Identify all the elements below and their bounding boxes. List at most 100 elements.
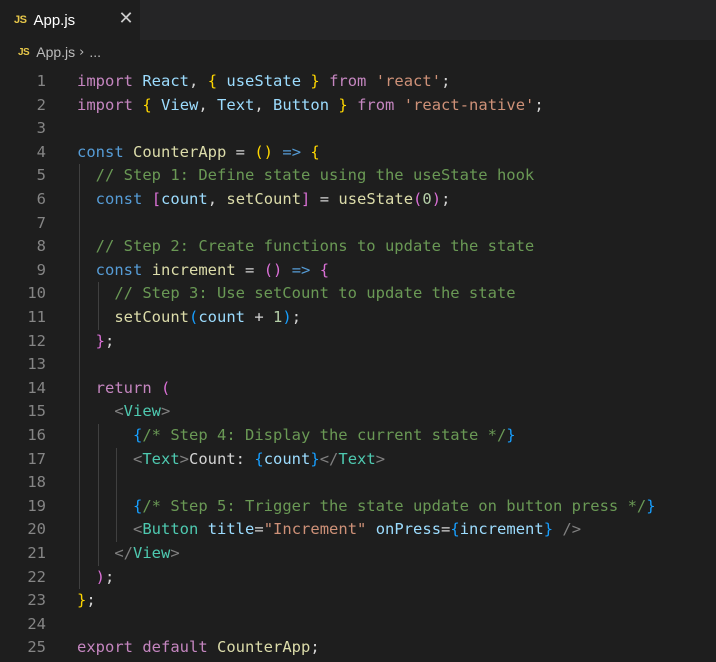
code-token: (	[161, 378, 171, 397]
code-token: }	[506, 426, 516, 444]
code-text: const increment = () => {	[77, 259, 329, 283]
javascript-file-icon: JS	[14, 14, 27, 26]
code-token: >	[170, 544, 180, 562]
code-token: ,	[254, 95, 274, 114]
code-line[interactable]: 20 <Button title="Increment" onPress={in…	[0, 518, 716, 542]
code-token: )	[282, 308, 292, 326]
code-text: import { View, Text, Button } from 'reac…	[77, 94, 544, 118]
code-token: }	[646, 496, 656, 515]
code-line[interactable]: 7	[0, 212, 716, 236]
code-line[interactable]: 1 import React, { useState } from 'react'…	[0, 70, 716, 94]
code-text: };	[77, 330, 115, 354]
line-number: 22	[27, 567, 46, 586]
breadcrumb-file[interactable]: App.js	[36, 44, 75, 60]
code-token: /* Step 5: Trigger the state update on b…	[142, 496, 647, 515]
code-line[interactable]: 4 const CounterApp = () => {	[0, 141, 716, 165]
line-number: 11	[27, 308, 46, 326]
code-line[interactable]: 11 setCount(count + 1);	[0, 306, 716, 330]
code-token: <	[114, 402, 124, 421]
code-line[interactable]: 18	[0, 471, 716, 495]
code-line[interactable]: 15 <View>	[0, 400, 716, 424]
code-token: {	[133, 426, 143, 444]
code-editor[interactable]: 1 import React, { useState } from 'react'…	[0, 64, 716, 662]
code-line[interactable]: 13	[0, 353, 716, 377]
code-token: /* Step 4: Display the current state */	[142, 426, 507, 444]
code-line[interactable]: 8 // Step 2: Create functions to update …	[0, 235, 716, 259]
code-token: const	[77, 142, 124, 161]
code-token: export	[77, 638, 133, 657]
code-token: useState	[338, 190, 414, 208]
code-line[interactable]: 24	[0, 613, 716, 637]
code-line[interactable]: 5 // Step 1: Define state using the useS…	[0, 164, 716, 188]
code-line[interactable]: 22 );	[0, 566, 716, 590]
line-number: 25	[27, 638, 46, 657]
code-line[interactable]: 19 {/* Step 5: Trigger the state update …	[0, 495, 716, 519]
code-token: return	[95, 378, 152, 397]
code-text: import React, { useState } from 'react';	[77, 70, 450, 94]
line-number: 17	[27, 449, 46, 468]
code-token: =	[235, 260, 264, 279]
code-token: const	[95, 190, 143, 208]
code-text: // Step 1: Define state using the useSta…	[77, 164, 535, 188]
code-line[interactable]: 10 // Step 3: Use setCount to update the…	[0, 282, 716, 306]
code-line[interactable]: 17 <Text>Count: {count}</Text>	[0, 448, 716, 472]
code-line[interactable]: 21 </View>	[0, 542, 716, 566]
code-token: 0	[422, 190, 432, 208]
code-line[interactable]: 16 {/* Step 4: Display the current state…	[0, 424, 716, 448]
code-token: View	[123, 402, 161, 421]
line-number: 1	[36, 72, 46, 90]
code-text: <View>	[77, 400, 170, 424]
code-line[interactable]: 14 return (	[0, 377, 716, 401]
code-line[interactable]: 25 export default CounterApp;	[0, 636, 716, 660]
tab-label: App.js	[33, 11, 76, 29]
code-line[interactable]: 9 const increment = () => {	[0, 259, 716, 283]
line-number: 24	[27, 614, 46, 633]
code-token: // Step 2: Create functions to update th…	[95, 237, 535, 256]
code-text: <Button title="Increment" onPress={incre…	[77, 518, 581, 542]
code-token: View	[133, 544, 171, 562]
close-icon[interactable]: ✕	[117, 10, 135, 28]
code-token: )	[95, 567, 106, 586]
code-token: {	[207, 72, 218, 90]
line-number: 9	[36, 260, 46, 279]
code-token: ,	[198, 95, 218, 114]
tab-app-js[interactable]: JS App.js ✕	[0, 0, 140, 40]
code-token: View	[161, 95, 199, 114]
code-line[interactable]: 12 };	[0, 330, 716, 354]
code-token: }	[77, 591, 87, 610]
code-token: />	[562, 520, 582, 539]
code-token: count	[263, 449, 311, 468]
code-line[interactable]: 2 import { View, Text, Button } from 'rea…	[0, 94, 716, 118]
code-line[interactable]: 23};	[0, 589, 716, 613]
code-token: <	[133, 520, 143, 539]
breadcrumb-symbols[interactable]: ...	[89, 44, 101, 60]
code-token: Text	[338, 449, 376, 468]
code-token: 1	[273, 308, 283, 326]
code-token: =	[226, 142, 255, 161]
code-token: <	[133, 449, 143, 468]
line-number: 8	[36, 237, 46, 256]
code-text: // Step 3: Use setCount to update the st…	[77, 282, 515, 306]
code-token: React	[142, 72, 190, 90]
line-number: 6	[36, 190, 46, 208]
code-token: >	[161, 402, 171, 421]
code-token: title	[207, 520, 255, 539]
line-number: 15	[27, 402, 46, 421]
code-line[interactable]: 3	[0, 117, 716, 141]
code-line[interactable]: 6 const [count, setCount] = useState(0);	[0, 188, 716, 212]
code-token: setCount	[226, 190, 302, 208]
